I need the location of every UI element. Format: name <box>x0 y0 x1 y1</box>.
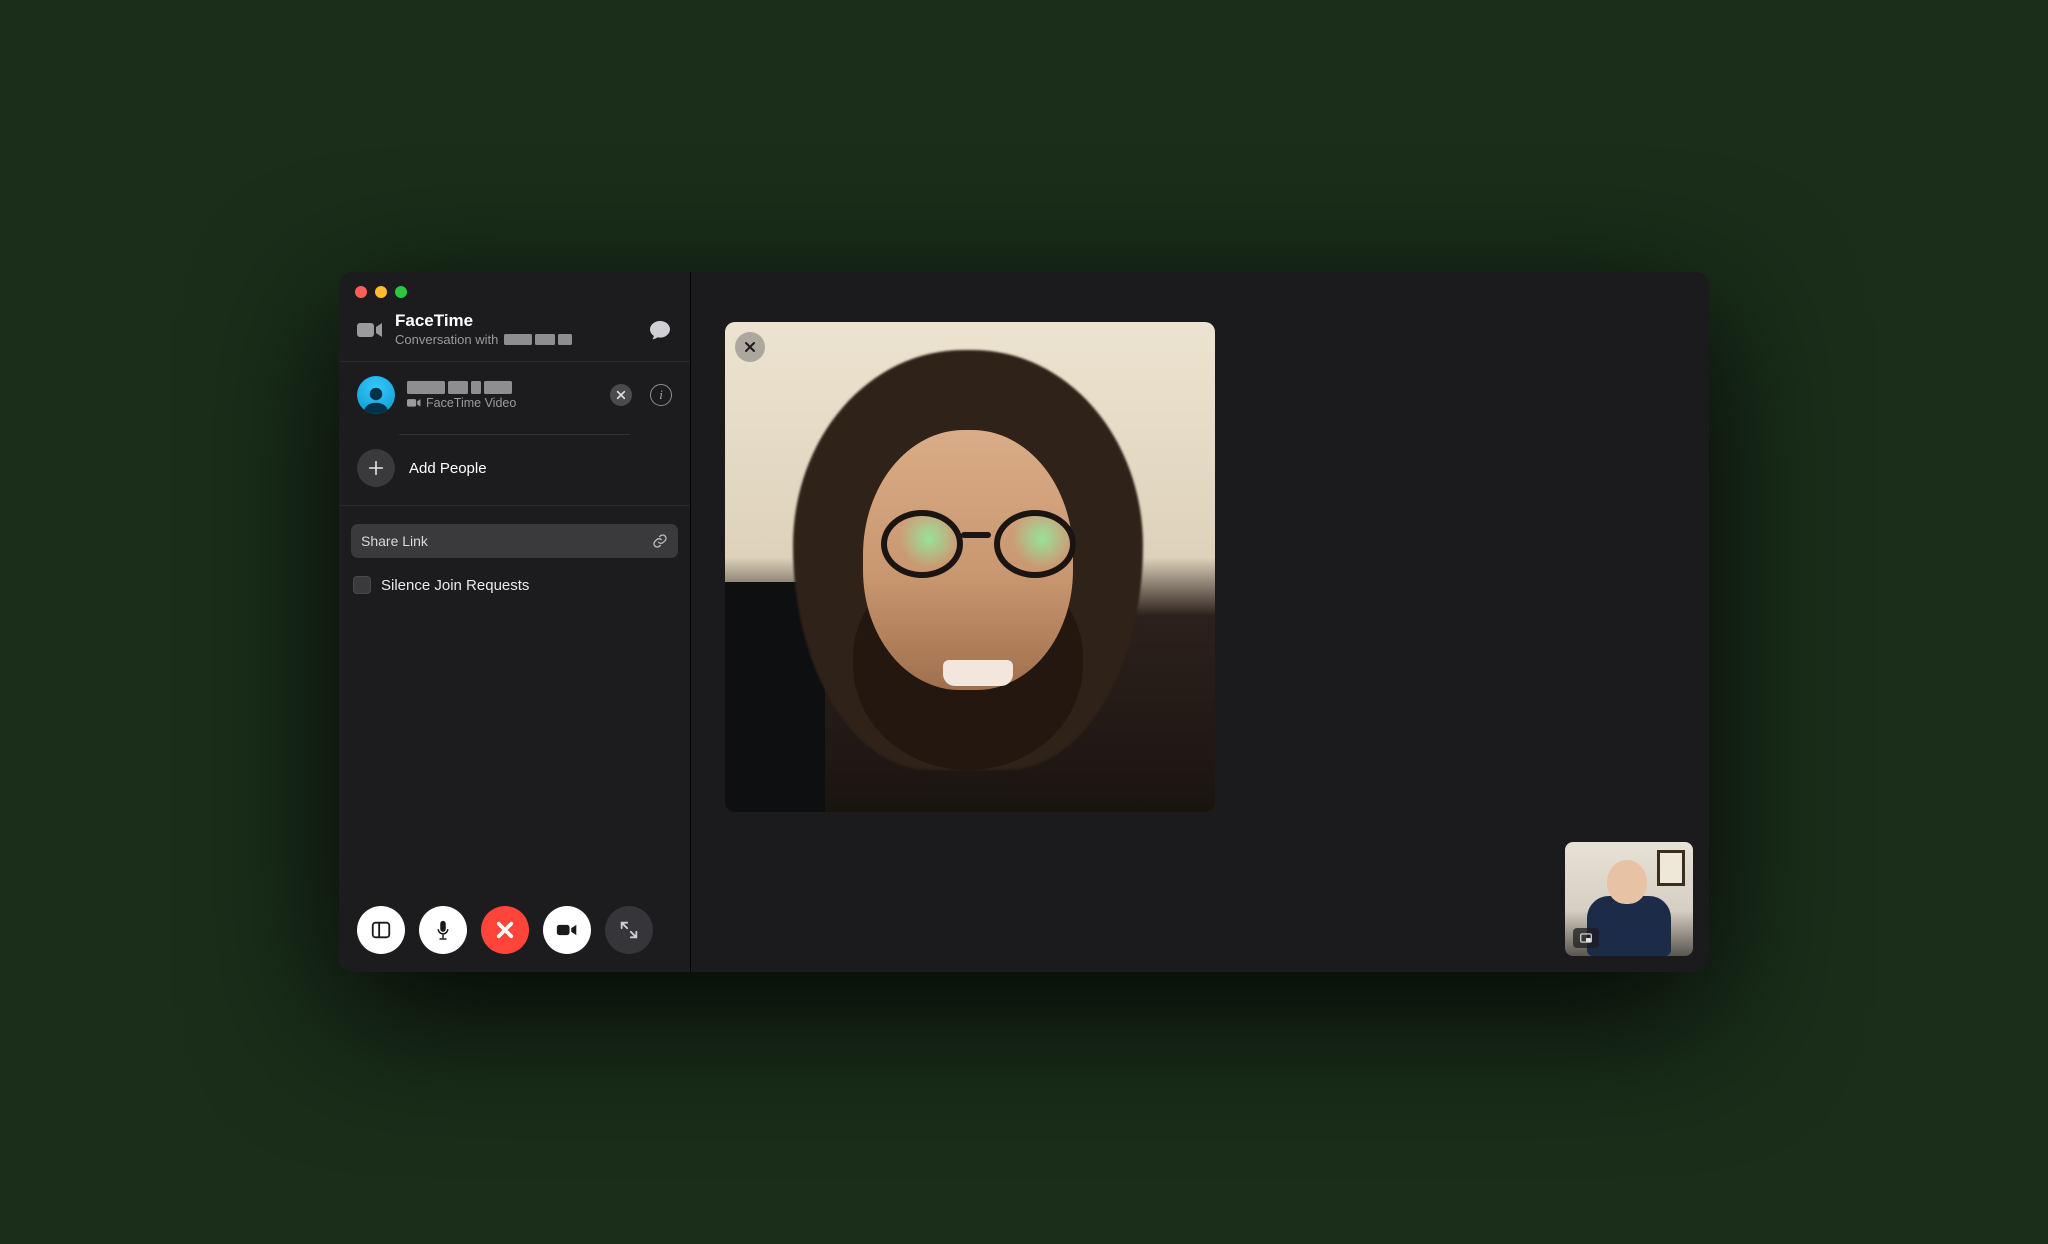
remote-participant-placeholder <box>793 350 1143 770</box>
facetime-window: FaceTime Conversation with <box>339 272 1709 972</box>
participant-avatar-icon <box>357 376 395 414</box>
sidebar: FaceTime Conversation with <box>339 272 691 972</box>
close-window-button[interactable] <box>355 286 367 298</box>
add-people-label: Add People <box>409 460 487 477</box>
participant-sub-label: FaceTime Video <box>426 396 516 410</box>
tile-close-button[interactable] <box>735 332 765 362</box>
end-call-button[interactable] <box>481 906 529 954</box>
fullscreen-button[interactable] <box>605 906 653 954</box>
zoom-window-button[interactable] <box>395 286 407 298</box>
self-view-pip[interactable] <box>1565 842 1693 956</box>
remote-video-tile[interactable] <box>725 322 1215 812</box>
add-people-button[interactable]: Add People <box>339 435 690 506</box>
silence-join-requests-row[interactable]: Silence Join Requests <box>339 558 690 594</box>
share-link-button[interactable]: Share Link <box>351 524 678 558</box>
silence-checkbox[interactable] <box>353 576 371 594</box>
minimize-window-button[interactable] <box>375 286 387 298</box>
participant-row[interactable]: FaceTime Video i <box>339 362 690 428</box>
messages-icon[interactable] <box>648 318 672 342</box>
video-camera-icon <box>357 321 383 339</box>
participant-info-button[interactable]: i <box>650 384 672 406</box>
conversation-subtitle-prefix: Conversation with <box>395 332 498 347</box>
remove-participant-button[interactable] <box>610 384 632 406</box>
info-icon: i <box>659 387 663 403</box>
silence-label: Silence Join Requests <box>381 577 529 594</box>
share-link-label: Share Link <box>361 533 428 549</box>
call-area <box>691 272 1709 972</box>
sidebar-toggle-button[interactable] <box>357 906 405 954</box>
plus-icon <box>357 449 395 487</box>
call-controls <box>357 906 653 954</box>
pip-mode-button[interactable] <box>1573 928 1599 948</box>
video-camera-icon <box>407 398 421 408</box>
window-traffic-lights <box>355 286 407 298</box>
mute-microphone-button[interactable] <box>419 906 467 954</box>
link-icon <box>652 533 668 549</box>
app-title: FaceTime <box>395 312 636 329</box>
participant-name-redacted <box>407 381 512 394</box>
conversation-contact-redacted <box>504 334 572 345</box>
toggle-camera-button[interactable] <box>543 906 591 954</box>
self-participant-placeholder <box>1587 860 1671 956</box>
